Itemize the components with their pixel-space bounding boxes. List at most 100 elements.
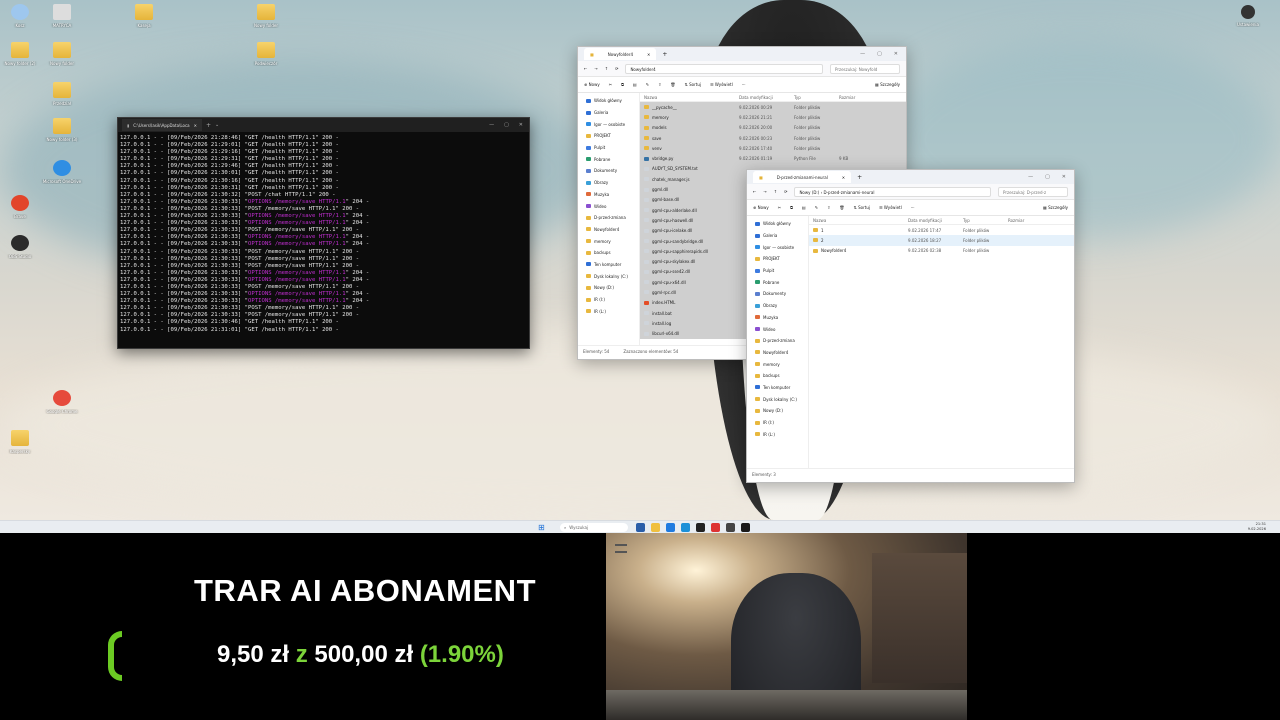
search-field[interactable]: Przeszukaj: D-przed-z: [998, 186, 1068, 197]
explorer-tab[interactable]: ■ D-przed-zmianami-neural ✕: [753, 171, 852, 183]
paste-icon[interactable]: ▤: [802, 205, 806, 210]
column-header[interactable]: Rozmiar: [835, 95, 865, 100]
desktop-icon[interactable]: Nowy folder: [30, 42, 94, 66]
close-tab-icon[interactable]: ✕: [842, 175, 845, 180]
maximize-icon[interactable]: ▢: [877, 51, 882, 57]
forward-icon[interactable]: →: [763, 189, 766, 194]
explorer-tab[interactable]: ■ Nowyfolder4 ✕: [584, 48, 657, 60]
new-tab-icon[interactable]: +: [662, 51, 667, 58]
up-icon[interactable]: ↑: [774, 189, 777, 194]
column-header[interactable]: Typ: [790, 95, 835, 100]
nav-item[interactable]: memory: [578, 235, 639, 247]
rename-icon[interactable]: ✎: [646, 82, 649, 87]
desktop-icon[interactable]: MATRYCA: [30, 4, 94, 28]
nav-item[interactable]: backups: [578, 247, 639, 259]
minimize-icon[interactable]: —: [489, 122, 494, 128]
nav-item[interactable]: Wideo: [578, 200, 639, 212]
column-header[interactable]: Data modyfikacji: [904, 218, 959, 223]
close-icon[interactable]: ✕: [894, 51, 898, 57]
cut-icon[interactable]: ✂: [609, 82, 612, 87]
nav-item[interactable]: Nowyfolder4: [578, 224, 639, 236]
path-field[interactable]: Nowyfolder4: [625, 63, 823, 74]
file-row[interactable]: save 9.02.2026 00:23 Folder plików: [640, 132, 906, 144]
view-button[interactable]: ☰ Wyświetl: [710, 82, 733, 87]
nav-item[interactable]: D-przed-zmiana: [578, 212, 639, 224]
file-row[interactable]: __pycache__ 9.02.2026 00:29 Folder plików: [640, 102, 906, 113]
paste-icon[interactable]: ▤: [633, 82, 637, 87]
more-icon[interactable]: ···: [742, 82, 746, 87]
nav-item[interactable]: Ten komputer: [578, 259, 639, 271]
nav-item[interactable]: Obrazy: [747, 300, 808, 312]
file-row[interactable]: venv 9.02.2026 17:40 Folder plików: [640, 143, 906, 154]
delete-icon[interactable]: 🗑: [670, 82, 675, 87]
taskbar-search[interactable]: ⌕ Wyszukaj: [560, 523, 628, 532]
nav-item[interactable]: Pulpit: [747, 265, 808, 277]
nav-item[interactable]: Pobrane: [747, 276, 808, 288]
nav-item[interactable]: Pobrane: [578, 153, 639, 165]
nav-item[interactable]: Igor — osobiste: [747, 241, 808, 253]
nav-item[interactable]: PROJEKT: [578, 130, 639, 142]
minimize-icon[interactable]: —: [1028, 174, 1033, 180]
search-field[interactable]: Przeszukaj: Nowyfold: [830, 63, 900, 74]
forward-icon[interactable]: →: [594, 66, 597, 71]
desktop-icon[interactable]: Nowy folder: [234, 4, 298, 28]
nav-item[interactable]: PROJEKT: [747, 253, 808, 265]
obs-icon[interactable]: [696, 523, 705, 532]
copy-icon[interactable]: ⧉: [790, 205, 793, 210]
nav-item[interactable]: Wideo: [747, 323, 808, 335]
system-clock[interactable]: 21:31 9.02.2026: [1248, 522, 1266, 532]
nav-item[interactable]: Igor — osobiste: [578, 118, 639, 130]
nav-item[interactable]: Dokumenty: [578, 165, 639, 177]
share-icon[interactable]: ⇪: [827, 205, 830, 210]
maximize-icon[interactable]: ▢: [1045, 174, 1050, 180]
nav-item[interactable]: Widok główny: [578, 95, 639, 107]
new-tab-icon[interactable]: +: [206, 122, 211, 129]
desktop-icon[interactable]: Kaspersky: [0, 430, 52, 454]
nav-item[interactable]: Dokumenty: [747, 288, 808, 300]
desktop-icon[interactable]: Podwieczór: [234, 42, 298, 66]
task-view-icon[interactable]: [636, 523, 645, 532]
column-header[interactable]: Rozmiar: [1004, 218, 1034, 223]
nav-item[interactable]: Muzyka: [747, 312, 808, 324]
nav-item[interactable]: Dysk lokalny (C:): [747, 393, 808, 405]
back-icon[interactable]: ←: [584, 66, 587, 71]
close-icon[interactable]: ✕: [519, 122, 523, 128]
new-tab-icon[interactable]: +: [857, 174, 862, 181]
brave-icon[interactable]: [711, 523, 720, 532]
nav-item[interactable]: Muzyka: [578, 189, 639, 201]
nav-item[interactable]: IR (I:): [578, 294, 639, 306]
desktop-icon[interactable]: OBS Studio: [0, 235, 52, 259]
nav-item[interactable]: Nowyfolder4: [747, 347, 808, 359]
cut-icon[interactable]: ✂: [778, 205, 781, 210]
terminal-tab[interactable]: ▮ C:\Users\lasik\AppData\Loca ✕: [122, 119, 202, 131]
file-row[interactable]: models 9.02.2026 20:00 Folder plików: [640, 122, 906, 133]
file-row[interactable]: 1 9.02.2026 17:47 Folder plików: [809, 225, 1074, 235]
column-header[interactable]: Typ: [959, 218, 1004, 223]
nav-item[interactable]: Nowy (D:): [747, 405, 808, 417]
nav-item[interactable]: Nowy (D:): [578, 282, 639, 294]
nav-item[interactable]: Dysk lokalny (C:): [578, 270, 639, 282]
desktop-icon[interactable]: Kaseja: [112, 4, 176, 28]
desktop-icon[interactable]: Brave: [0, 195, 52, 219]
new-button[interactable]: ⊕ Nowy: [584, 82, 600, 87]
nav-item[interactable]: IR (L:): [747, 428, 808, 440]
nav-item[interactable]: Widok główny: [747, 218, 808, 230]
minimize-icon[interactable]: —: [860, 51, 865, 57]
copy-icon[interactable]: ⧉: [621, 82, 624, 87]
desktop-icon[interactable]: Nowy folder (3): [30, 118, 94, 142]
app-icon[interactable]: [726, 523, 735, 532]
nav-item[interactable]: IR (L:): [578, 305, 639, 317]
desktop-icon[interactable]: Google Chrome: [30, 390, 94, 414]
up-icon[interactable]: ↑: [605, 66, 608, 71]
file-row[interactable]: vbridge.py 9.02.2026 01:19 Python File 9 KB: [640, 153, 906, 164]
nav-item[interactable]: D-przed-zmiana: [747, 335, 808, 347]
refresh-icon[interactable]: ⟳: [615, 66, 618, 71]
sort-button[interactable]: ⇅ Sortuj: [685, 82, 701, 87]
sort-button[interactable]: ⇅ Sortuj: [854, 205, 870, 210]
nav-item[interactable]: Galeria: [747, 230, 808, 242]
file-row[interactable]: memory 9.02.2026 21:21 Folder plików: [640, 112, 906, 123]
nav-item[interactable]: Galeria: [578, 107, 639, 119]
close-icon[interactable]: ✕: [1062, 174, 1066, 180]
more-icon[interactable]: ···: [911, 205, 915, 210]
store-icon[interactable]: [681, 523, 690, 532]
